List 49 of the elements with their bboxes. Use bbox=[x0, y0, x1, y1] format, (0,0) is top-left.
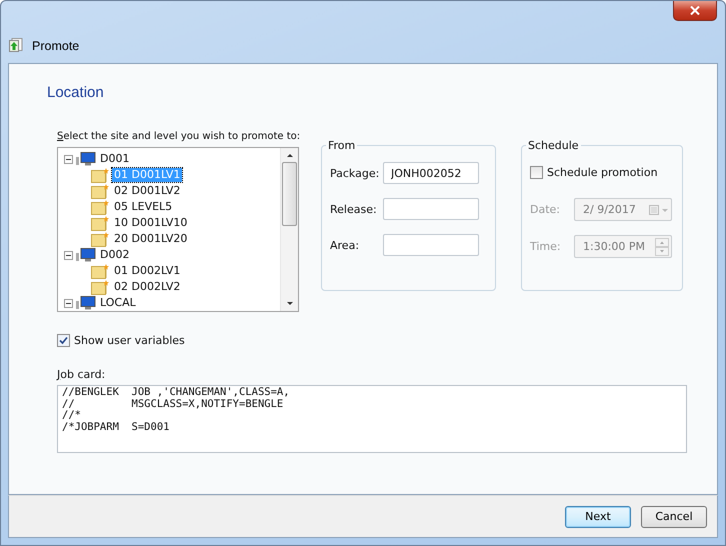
site-tree[interactable]: D001 01 D001LV1 02 D001LV2 05 LEVEL5 10 D001LV10 20 D001LV20 D002 01 D002LV1 02 D002LV2 LOCAL bbox=[57, 147, 299, 312]
checkbox[interactable] bbox=[57, 334, 70, 347]
computer-icon bbox=[76, 296, 96, 310]
field-label: Package: bbox=[330, 166, 380, 180]
checkbox-label: Schedule promotion bbox=[547, 166, 658, 179]
close-icon bbox=[690, 6, 700, 15]
job-card-field[interactable]: //BENGLEK JOB ,'CHANGEMAN',CLASS=A, // MSGCLASS=X,NOTIFY=BENGLE //* /*JOBPARM S=D001 bbox=[57, 385, 687, 453]
field-label: Time: bbox=[530, 240, 562, 253]
cancel-button[interactable]: Cancel bbox=[641, 506, 707, 528]
tree-item[interactable]: 05 LEVEL5 bbox=[112, 200, 174, 214]
input-field[interactable] bbox=[383, 198, 479, 220]
tree-item[interactable]: 02 D002LV2 bbox=[112, 280, 182, 294]
collapse-icon[interactable] bbox=[64, 154, 73, 164]
tree-item[interactable]: D001 bbox=[98, 152, 132, 166]
folder-icon bbox=[91, 184, 109, 198]
next-button[interactable]: Next bbox=[565, 506, 631, 528]
checkbox-label: Show user variables bbox=[74, 334, 185, 347]
scroll-bar[interactable] bbox=[280, 148, 298, 311]
folder-icon bbox=[91, 232, 109, 246]
tree-item[interactable]: D002 bbox=[98, 248, 132, 262]
tree-item[interactable]: 10 D001LV10 bbox=[112, 216, 190, 230]
field-label: Area: bbox=[330, 238, 360, 252]
window-title: Promote bbox=[32, 39, 80, 53]
app-icon bbox=[9, 38, 23, 52]
folder-icon bbox=[91, 200, 109, 214]
collapse-icon[interactable] bbox=[64, 250, 73, 260]
collapse-icon[interactable] bbox=[64, 298, 73, 308]
tree-item[interactable]: 01 D002LV1 bbox=[112, 264, 182, 278]
checkbox[interactable] bbox=[530, 166, 543, 179]
field-label: Release: bbox=[330, 202, 378, 216]
scroll-thumb[interactable] bbox=[282, 162, 297, 226]
group-title: From bbox=[327, 139, 356, 152]
job-card-label: Job card: bbox=[57, 368, 106, 381]
folder-icon bbox=[91, 264, 109, 278]
input-field[interactable] bbox=[383, 234, 479, 256]
calendar-icon bbox=[649, 204, 669, 216]
tree-item[interactable]: 20 D001LV20 bbox=[112, 232, 190, 246]
page-heading: Location bbox=[47, 84, 105, 101]
computer-icon bbox=[76, 248, 96, 262]
close-button[interactable] bbox=[673, 1, 717, 21]
folder-icon bbox=[91, 280, 109, 294]
field-label: Date: bbox=[530, 203, 561, 216]
folder-icon bbox=[91, 216, 109, 230]
computer-icon bbox=[76, 152, 96, 166]
tree-label: Select the site and level you wish to promote to: bbox=[57, 131, 302, 142]
tree-item[interactable]: 02 D001LV2 bbox=[112, 184, 182, 198]
tree-item[interactable]: LOCAL bbox=[98, 296, 138, 310]
group-title: Schedule bbox=[527, 139, 580, 152]
folder-icon bbox=[91, 168, 109, 182]
